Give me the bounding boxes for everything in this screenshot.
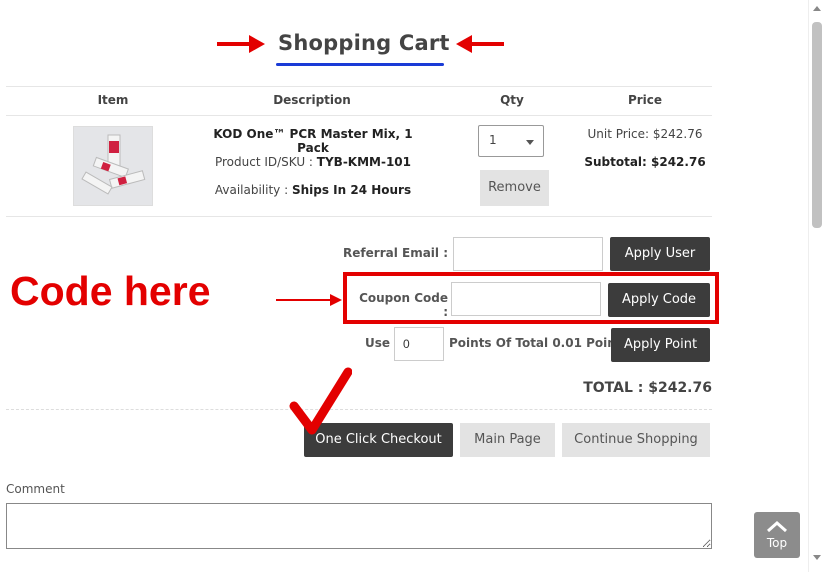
pcr-tubes-icon — [81, 134, 146, 195]
scrollbar-thumb[interactable] — [812, 22, 822, 228]
apply-user-button[interactable]: Apply User — [610, 237, 710, 271]
table-top-divider — [6, 86, 712, 87]
header-qty: Qty — [500, 93, 524, 107]
subtotal: Subtotal: $242.76 — [584, 155, 706, 169]
back-to-top-button[interactable]: Top — [754, 512, 800, 558]
product-image[interactable] — [73, 126, 153, 206]
sku-value: TYB-KMM-101 — [316, 155, 412, 169]
title-underline — [276, 63, 444, 66]
coupon-code-input[interactable] — [451, 282, 601, 316]
scroll-down-icon[interactable] — [813, 555, 821, 560]
header-item: Item — [97, 93, 129, 107]
code-here-annotation: Code here — [10, 268, 211, 314]
availability-value: Ships In 24 Hours — [291, 183, 412, 197]
apply-code-button[interactable]: Apply Code — [608, 283, 710, 317]
product-name[interactable]: KOD One™ PCR Master Mix, 1 Pack — [200, 127, 426, 155]
availability-label: Availability : — [214, 183, 292, 197]
cart-total: TOTAL : $242.76 — [583, 380, 712, 396]
main-page-button[interactable]: Main Page — [460, 423, 555, 457]
top-label: Top — [766, 536, 788, 550]
page-title: Shopping Cart — [278, 31, 450, 55]
referral-email-input[interactable] — [453, 237, 603, 271]
coupon-code-label: Coupon Code : — [359, 291, 448, 319]
right-pointing-arrow-icon — [217, 35, 265, 53]
unit-price: Unit Price: $242.76 — [587, 127, 703, 141]
comment-label: Comment — [6, 482, 65, 496]
sku-label: Product ID/SKU : — [214, 155, 317, 169]
chevron-up-icon — [767, 520, 787, 533]
header-price: Price — [627, 93, 663, 107]
chevron-down-icon — [526, 140, 534, 145]
row-divider — [6, 216, 712, 217]
referral-email-label: Referral Email : — [343, 246, 448, 260]
qty-value: 1 — [489, 133, 497, 147]
header-divider — [6, 115, 712, 116]
continue-shopping-button[interactable]: Continue Shopping — [562, 423, 710, 457]
points-total-text: Points Of Total 0.01 Points. — [449, 336, 634, 350]
use-label: Use — [364, 336, 390, 350]
product-sku-line: Product ID/SKU : TYB-KMM-101 — [200, 155, 426, 169]
checkmark-icon — [289, 367, 352, 435]
qty-select[interactable]: 1 — [478, 125, 544, 157]
points-input[interactable] — [394, 327, 444, 361]
product-availability-line: Availability : Ships In 24 Hours — [200, 183, 426, 197]
header-description: Description — [273, 93, 351, 107]
dashed-divider — [6, 409, 712, 410]
left-pointing-arrow-icon — [456, 35, 504, 53]
remove-button[interactable]: Remove — [480, 170, 549, 206]
scroll-up-icon[interactable] — [813, 6, 821, 11]
comment-textarea[interactable] — [6, 503, 712, 549]
apply-point-button[interactable]: Apply Point — [611, 328, 710, 362]
annotation-arrow-icon — [276, 294, 342, 306]
